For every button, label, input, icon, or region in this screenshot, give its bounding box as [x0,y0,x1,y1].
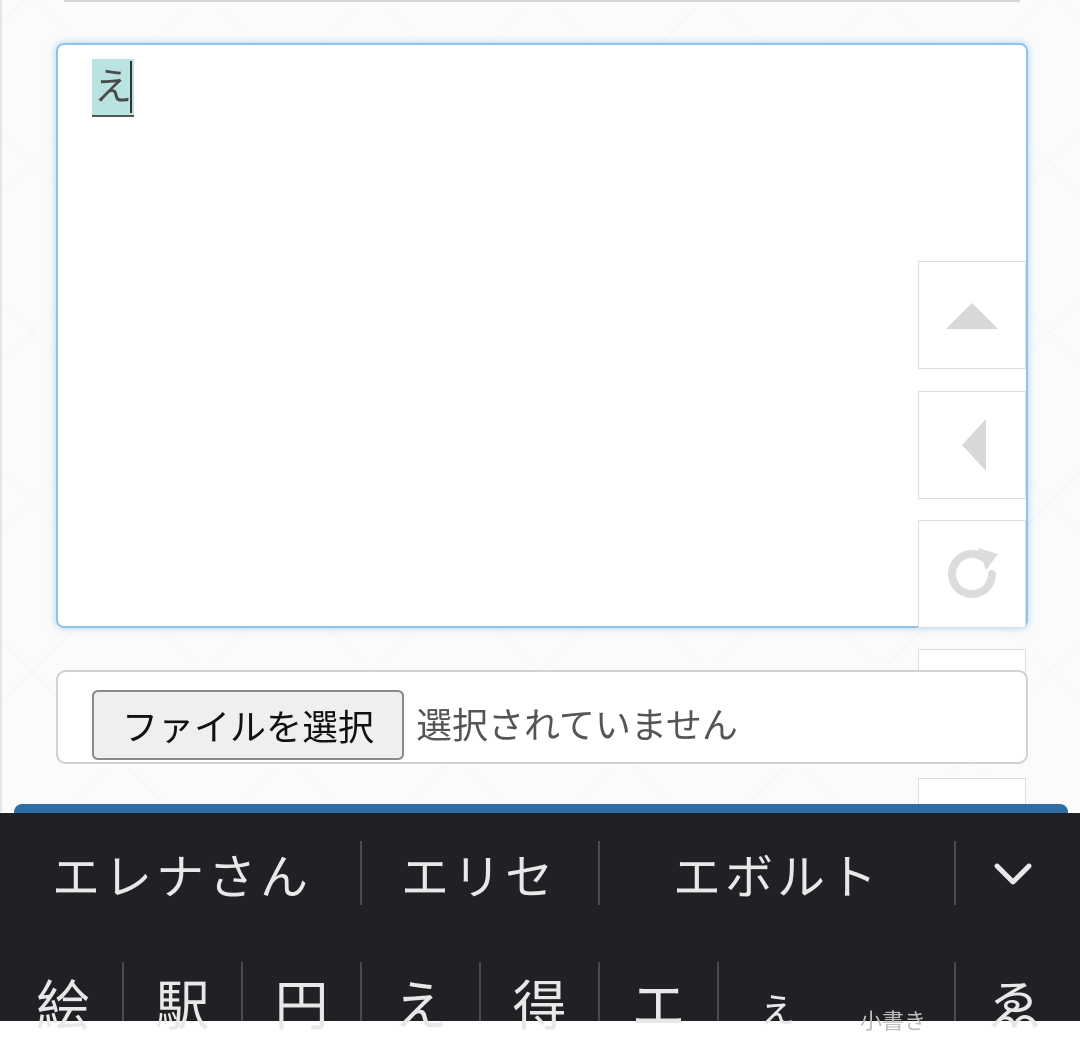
expand-suggestions-button[interactable] [958,813,1068,933]
message-textarea[interactable]: え [56,43,1028,628]
suggestion-2[interactable]: エリセ [364,813,594,933]
refresh-button[interactable] [918,520,1026,628]
scroll-up-button[interactable] [918,261,1026,369]
candidate-key[interactable]: ぇ [719,948,836,1032]
choose-file-button[interactable]: ファイルを選択 [92,690,404,760]
candidate-key[interactable]: 絵 [4,948,122,1038]
candidate-key[interactable]: え [362,948,479,1038]
candidate-key[interactable]: 得 [481,948,598,1038]
candidate-key[interactable]: ゑ [956,948,1074,1038]
small-kana-label: 小書き [860,1010,927,1035]
text-caret [130,61,132,113]
refresh-icon [948,548,998,598]
suggestion-divider [360,841,362,905]
suggestion-1[interactable]: エレナさん [30,813,334,933]
triangle-up-icon [946,303,998,329]
triangle-left-icon [962,419,986,471]
composing-text: え [92,59,135,117]
file-upload-field: ファイルを選択 選択されていません [56,670,1028,764]
suggestion-divider [954,841,956,905]
divider [64,0,1020,2]
candidate-key[interactable]: 円 [243,948,360,1038]
back-button[interactable] [918,391,1026,499]
file-status-text: 選択されていません [416,706,738,747]
page-background: え ファイルを選択 選択されていません [0,0,1080,818]
suggestion-divider [598,841,600,905]
candidate-key[interactable]: エ [600,948,717,1038]
suggestion-3[interactable]: エボルト [602,813,952,933]
candidate-key[interactable]: 駅 [124,948,241,1038]
chevron-down-icon [994,863,1032,885]
